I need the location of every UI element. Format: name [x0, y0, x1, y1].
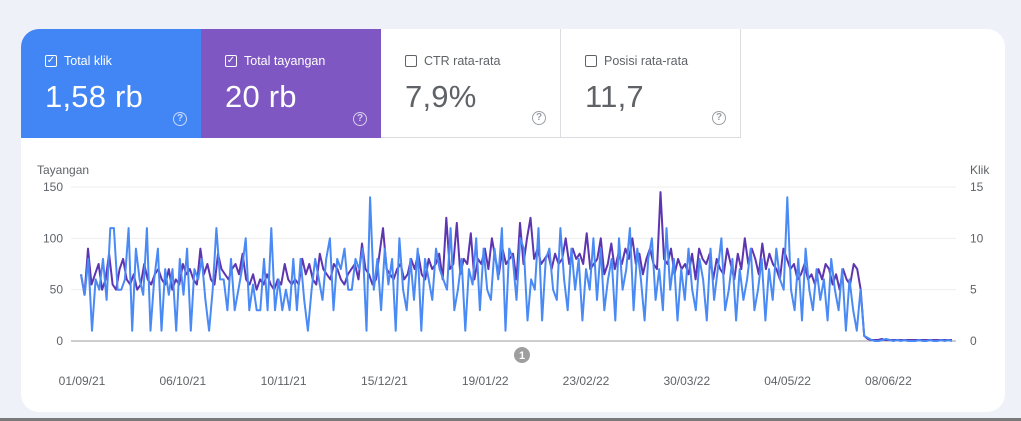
- x-tick-label: 10/11/21: [261, 374, 307, 388]
- right-tick-label: 5: [970, 283, 977, 297]
- x-tick-label: 01/09/21: [59, 374, 106, 388]
- left-tick-label: 0: [56, 334, 63, 348]
- annotation-marker[interactable]: 1: [514, 347, 530, 363]
- right-tick-label: 10: [970, 231, 984, 245]
- left-tick-label: 50: [50, 283, 64, 297]
- performance-chart[interactable]: Tayangan Klik 150100500 151050 01/09/21 0…: [21, 29, 1005, 412]
- left-tick-label: 100: [43, 231, 63, 245]
- performance-card: ✓ Total klik 1,58 rb ? ✓ Total tayangan …: [21, 29, 1005, 412]
- x-tick-label: 30/03/22: [663, 374, 710, 388]
- x-tick-label: 19/01/22: [462, 374, 509, 388]
- left-tick-label: 150: [43, 180, 63, 194]
- x-tick-label: 08/06/22: [865, 374, 912, 388]
- x-tick-label: 23/02/22: [563, 374, 610, 388]
- annotation-marker-label: 1: [519, 350, 525, 362]
- x-tick-label: 04/05/22: [764, 374, 811, 388]
- right-tick-label: 15: [970, 180, 984, 194]
- right-axis-label: Klik: [970, 163, 990, 177]
- left-axis-label: Tayangan: [37, 163, 89, 177]
- right-tick-label: 0: [970, 334, 977, 348]
- series-line-total-tayangan: [80, 191, 952, 341]
- x-tick-label: 06/10/21: [159, 374, 206, 388]
- x-tick-label: 15/12/21: [361, 374, 408, 388]
